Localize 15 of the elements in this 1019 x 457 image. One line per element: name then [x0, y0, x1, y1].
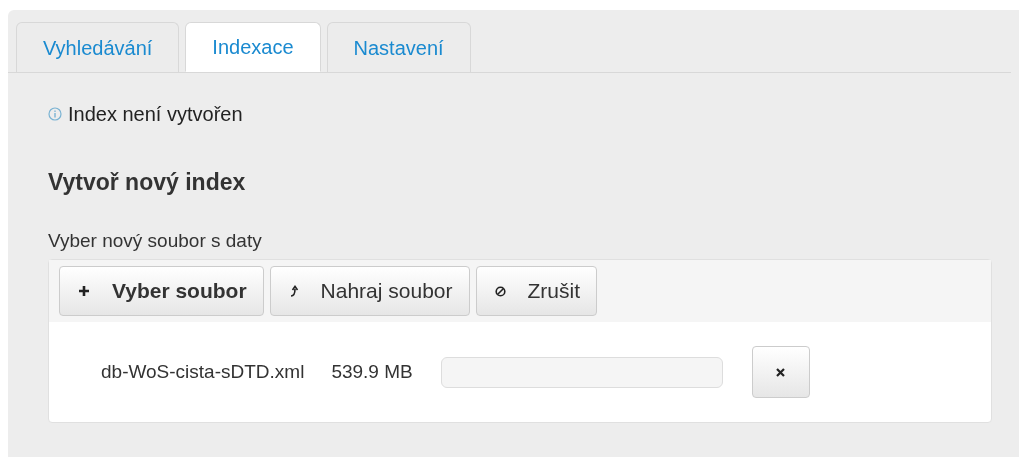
section-heading: Vytvoř nový index — [48, 168, 247, 197]
ban-icon — [494, 285, 506, 297]
plus-icon — [78, 285, 90, 297]
info-icon — [48, 107, 62, 121]
curved-arrow-icon — [288, 285, 299, 297]
status-text: Index není vytvořen — [68, 102, 243, 127]
field-label: Vyber nový soubor s daty — [48, 228, 263, 253]
remove-button[interactable] — [751, 346, 810, 398]
file-name: db-WoS-cista-sDTD.xml — [101, 359, 305, 384]
close-icon — [776, 367, 786, 377]
toolbar-button[interactable]: Zrušit — [475, 266, 597, 316]
tab[interactable]: Indexace — [185, 22, 321, 72]
file-size: 539.9 MB — [331, 359, 413, 384]
toolbar-button[interactable]: Vyber soubor — [59, 266, 264, 316]
toolbar-button[interactable]: Nahraj soubor — [269, 266, 470, 316]
